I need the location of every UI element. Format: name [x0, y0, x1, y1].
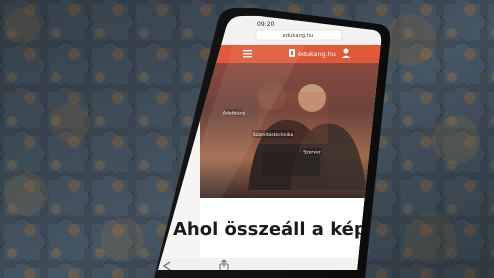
- svg-text:Szerver: Szerver: [303, 150, 321, 156]
- headline: Ahol összeáll a kép: [173, 219, 367, 240]
- tag-right: Szerver: [302, 148, 322, 156]
- phone-on-puzzle-photo: 09:20 edukang.hu edukang.hu Adatbázis Sz…: [0, 0, 494, 278]
- photo-frame: 09:20 edukang.hu edukang.hu Adatbázis Sz…: [0, 0, 494, 278]
- site-logo-text: edukang.hu: [298, 50, 336, 58]
- svg-text:Számítástechnika: Számítástechnika: [253, 131, 294, 138]
